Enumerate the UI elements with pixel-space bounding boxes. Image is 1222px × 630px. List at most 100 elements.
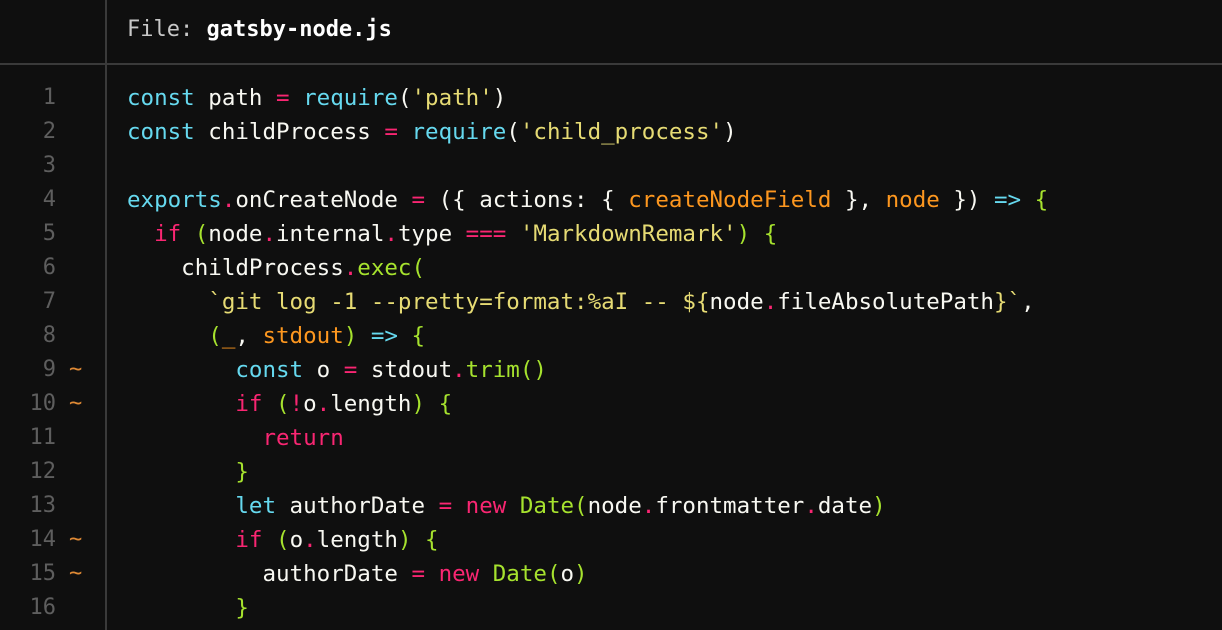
code-token: return bbox=[262, 425, 344, 451]
gutter-row: 12 bbox=[0, 455, 104, 489]
code-token: internal bbox=[276, 221, 385, 247]
code-token: . bbox=[316, 391, 331, 417]
code-token: 'MarkdownRemark' bbox=[519, 221, 737, 247]
code-token: . bbox=[763, 289, 778, 315]
code-token: === bbox=[465, 221, 507, 247]
code-token: ) bbox=[574, 561, 588, 587]
code-token: ) bbox=[736, 221, 751, 247]
code-token: () bbox=[519, 357, 547, 383]
code-line[interactable]: } bbox=[127, 591, 1048, 625]
line-number: 12 bbox=[29, 459, 57, 484]
code-token: { bbox=[411, 323, 426, 349]
code-token: = bbox=[384, 119, 398, 145]
code-token: ({ actions: { bbox=[425, 187, 629, 213]
code-token: = bbox=[343, 357, 358, 383]
code-token: ( bbox=[208, 323, 222, 349]
code-token: ( bbox=[574, 493, 588, 519]
code-body[interactable]: const path = require('path') const childP… bbox=[127, 81, 1048, 625]
code-line[interactable]: `git log -1 --pretty=format:%aI -- ${nod… bbox=[127, 285, 1048, 319]
code-line[interactable] bbox=[127, 149, 1048, 183]
gutter-row: 14 ~ bbox=[0, 523, 104, 557]
line-number: 15 bbox=[29, 561, 57, 586]
line-number: 14 bbox=[29, 527, 57, 552]
gutter-row: 2 bbox=[0, 115, 104, 149]
code-token: exec bbox=[357, 255, 412, 281]
gutter-row: 11 bbox=[0, 421, 104, 455]
code-token: 'path' bbox=[411, 85, 493, 111]
code-token: , bbox=[1021, 289, 1035, 315]
code-token: trim bbox=[465, 357, 520, 383]
code-line[interactable]: if (!o.length) { bbox=[127, 387, 1048, 421]
code-token: ( bbox=[194, 221, 209, 247]
code-token: . bbox=[221, 187, 236, 213]
code-token: const bbox=[235, 357, 304, 383]
code-token: => bbox=[370, 323, 398, 349]
code-line[interactable]: authorDate = new Date(o) bbox=[127, 557, 1048, 591]
change-marker: ~ bbox=[69, 391, 83, 416]
line-number: 3 bbox=[42, 153, 56, 178]
code-token: ! bbox=[289, 391, 304, 417]
file-prefix: File: bbox=[127, 17, 207, 42]
code-token: if bbox=[154, 221, 182, 247]
code-token: ) bbox=[397, 527, 412, 553]
line-number: 6 bbox=[42, 255, 56, 280]
code-token: ( bbox=[276, 527, 290, 553]
header-divider bbox=[0, 63, 1222, 65]
code-token: type bbox=[397, 221, 466, 247]
code-token: ${ bbox=[682, 289, 710, 315]
line-number: 9 bbox=[42, 357, 56, 382]
code-token: = bbox=[276, 85, 290, 111]
gutter-row: 4 bbox=[0, 183, 104, 217]
code-token: { bbox=[438, 391, 453, 417]
line-number: 1 bbox=[42, 85, 56, 110]
code-line[interactable]: childProcess.exec( bbox=[127, 251, 1048, 285]
code-token: }) bbox=[939, 187, 994, 213]
file-header: File: gatsby-node.js bbox=[0, 0, 1222, 64]
code-token: o bbox=[303, 391, 317, 417]
code-token: authorDate bbox=[127, 561, 412, 587]
code-line[interactable]: } bbox=[127, 455, 1048, 489]
code-line[interactable]: exports.onCreateNode = ({ actions: { cre… bbox=[127, 183, 1048, 217]
code-token: ( bbox=[276, 391, 290, 417]
code-token: }` bbox=[993, 289, 1022, 315]
code-token: o bbox=[289, 527, 304, 553]
code-token: path bbox=[194, 85, 277, 111]
line-number: 8 bbox=[42, 323, 56, 348]
code-line[interactable]: const o = stdout.trim() bbox=[127, 353, 1048, 387]
code-line[interactable]: if (o.length) { bbox=[127, 523, 1048, 557]
code-token: ( bbox=[546, 561, 561, 587]
code-token: , bbox=[235, 323, 263, 349]
code-token: node bbox=[208, 221, 263, 247]
code-token: . bbox=[641, 493, 656, 519]
code-token: . bbox=[343, 255, 358, 281]
code-line[interactable]: return bbox=[127, 421, 1048, 455]
line-number: 10 bbox=[29, 391, 57, 416]
code-line[interactable]: if (node.internal.type === 'MarkdownRema… bbox=[127, 217, 1048, 251]
code-token: const bbox=[127, 119, 195, 145]
code-line[interactable]: let authorDate = new Date(node.frontmatt… bbox=[127, 489, 1048, 523]
code-line[interactable]: const path = require('path') bbox=[127, 81, 1048, 115]
code-token: require bbox=[303, 85, 398, 111]
change-marker: ~ bbox=[69, 357, 83, 382]
gutter-row: 9 ~ bbox=[0, 353, 104, 387]
code-line[interactable]: (_, stdout) => { bbox=[127, 319, 1048, 353]
gutter-row: 8 bbox=[0, 319, 104, 353]
code-token: . bbox=[452, 357, 466, 383]
code-token: o bbox=[560, 561, 575, 587]
code-token: Date bbox=[519, 493, 575, 519]
code-line[interactable]: const childProcess = require('child_proc… bbox=[127, 115, 1048, 149]
code-token: length bbox=[316, 527, 398, 553]
